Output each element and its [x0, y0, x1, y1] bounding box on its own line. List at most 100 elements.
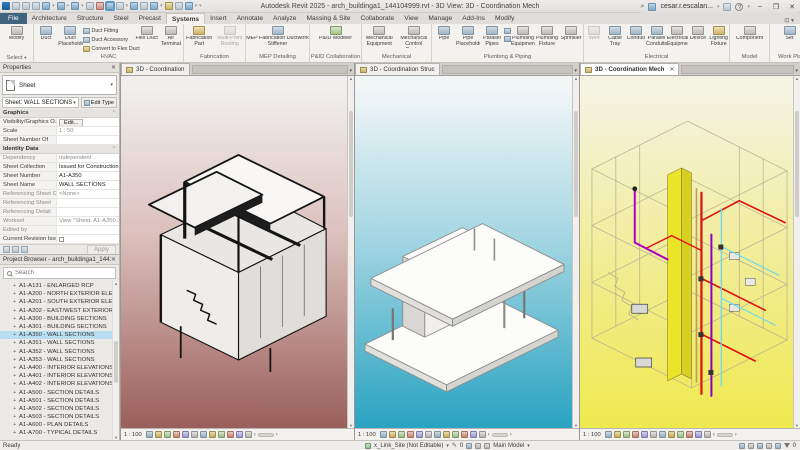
- tab-view[interactable]: View: [399, 13, 423, 24]
- sun-path-icon[interactable]: [622, 431, 630, 438]
- temporary-view-properties-icon[interactable]: [469, 431, 477, 438]
- tab-architecture[interactable]: Architecture: [27, 13, 72, 24]
- list-item[interactable]: + A1-A131 - ENLARGED RCP: [0, 282, 119, 290]
- vertical-scrollbar[interactable]: ▲ ▼: [793, 76, 800, 428]
- properties-close-icon[interactable]: ✕: [111, 64, 116, 71]
- open-icon[interactable]: [22, 2, 30, 10]
- plumbing-equipment-button[interactable]: Plumbing Equipment: [511, 25, 535, 53]
- constraints-icon[interactable]: [703, 431, 711, 438]
- list-item[interactable]: +A1-A200 - NORTH EXTERIOR ELEVATION: [0, 290, 119, 298]
- visual-style-icon[interactable]: [154, 431, 162, 438]
- lock-3d-view-icon[interactable]: [208, 431, 216, 438]
- search-input[interactable]: [15, 270, 95, 276]
- tab-manage[interactable]: Manage: [423, 13, 457, 24]
- pipe-fitting-icon[interactable]: [504, 28, 511, 34]
- view-tab-coordination-struc[interactable]: 3D - Coordination Struc: [355, 63, 440, 75]
- property-row[interactable]: Referencing Sheet: [0, 199, 119, 208]
- horizontal-scrollbar[interactable]: [257, 432, 274, 437]
- tab-insert[interactable]: Insert: [205, 13, 232, 24]
- browser-scrollbar[interactable]: ▲ ▼: [112, 281, 119, 440]
- duct-accessory-button[interactable]: Duct Accessory: [82, 36, 135, 44]
- sort-grouping-icon[interactable]: [21, 246, 28, 253]
- sync-with-central-icon[interactable]: [42, 2, 50, 10]
- parallel-pipes-button[interactable]: Parallel Pipes: [480, 25, 504, 53]
- list-item[interactable]: +A1-A202 - EAST/WEST EXTERIOR ELEVAT: [0, 307, 119, 315]
- link-dropdown-icon[interactable]: ▾: [446, 443, 449, 449]
- identity-section-header[interactable]: Identity Data ⌃: [0, 145, 119, 154]
- crop-view-icon[interactable]: [190, 431, 198, 438]
- select-by-face-icon[interactable]: [765, 442, 772, 449]
- worksets-icon[interactable]: [466, 442, 473, 449]
- text-icon[interactable]: [140, 2, 149, 10]
- list-item[interactable]: + A1-A502 - SECTION DETAILS: [0, 405, 119, 413]
- shadows-icon[interactable]: [631, 431, 639, 438]
- list-item[interactable]: + A1-A600 - PLAN DETAILS: [0, 421, 119, 429]
- detail-level-icon[interactable]: [145, 431, 153, 438]
- conduit-button[interactable]: Conduit: [625, 25, 646, 53]
- restore-button[interactable]: ❐: [770, 3, 782, 11]
- property-row[interactable]: Current Revision Issu...: [0, 235, 119, 244]
- electrical-equipment-button[interactable]: Electrical Equipment: [667, 25, 688, 53]
- instance-selector[interactable]: Sheet: WALL SECTIONS ▾: [2, 97, 79, 108]
- tab-annotate[interactable]: Annotate: [232, 13, 268, 24]
- plumbing-fixture-button[interactable]: Plumbing Fixture: [535, 25, 559, 53]
- redo-icon[interactable]: [71, 2, 80, 10]
- list-item[interactable]: + A1-A301 - BUILDING SECTIONS: [0, 323, 119, 331]
- fabrication-part-button[interactable]: Fabrication Part: [184, 25, 215, 53]
- list-item[interactable]: + A1-A402 - INTERIOR ELEVATIONS: [0, 380, 119, 388]
- tab-add-ins[interactable]: Add-Ins: [457, 13, 490, 24]
- show-crop-region-icon[interactable]: [658, 431, 666, 438]
- view-tab-coordination-mech[interactable]: 3D - Coordination Mech ✕: [580, 63, 680, 75]
- switch-windows-icon[interactable]: [184, 2, 193, 10]
- list-item[interactable]: + A1-A400 - INTERIOR ELEVATIONS: [0, 364, 119, 372]
- list-item[interactable]: +A1-A201 - SOUTH EXTERIOR ELEVATION: [0, 298, 119, 306]
- home-icon[interactable]: [12, 2, 20, 10]
- sun-path-icon[interactable]: [397, 431, 405, 438]
- scroll-right-icon[interactable]: ›: [276, 432, 278, 438]
- visual-style-icon[interactable]: [388, 431, 396, 438]
- drag-on-selection-icon[interactable]: [774, 442, 781, 449]
- horizontal-scrollbar[interactable]: [491, 432, 508, 437]
- scale-button[interactable]: 1 : 100: [583, 432, 601, 438]
- shadows-icon[interactable]: [406, 431, 414, 438]
- cable-tray-button[interactable]: Cable Tray: [605, 25, 626, 53]
- editable-pencil-icon[interactable]: ✎: [452, 442, 457, 449]
- mechanical-panel-label[interactable]: Mechanical: [362, 53, 431, 62]
- plumbing-piping-panel-label[interactable]: Plumbing & Piping: [432, 53, 583, 62]
- search-icon[interactable]: ⌕: [641, 3, 645, 11]
- edit-type-button[interactable]: Edit Type: [80, 97, 117, 108]
- mep-fabrication-ductwork-stiffener-button[interactable]: MEP Fabrication Ductwork Stiffener: [246, 25, 309, 53]
- rendering-dialog-icon[interactable]: [640, 431, 648, 438]
- tab-analyze[interactable]: Analyze: [268, 13, 301, 24]
- temporary-hide-isolate-icon[interactable]: [451, 431, 459, 438]
- minimize-button[interactable]: –: [754, 3, 766, 10]
- pipe-accessory-icon[interactable]: [504, 36, 511, 42]
- project-browser-close-icon[interactable]: ✕: [111, 256, 116, 263]
- shadows-icon[interactable]: [172, 431, 180, 438]
- tab-modify[interactable]: Modify: [490, 13, 519, 24]
- component-button[interactable]: Component: [730, 25, 769, 53]
- list-item[interactable]: + A1-A500 - SECTION DETAILS: [0, 388, 119, 396]
- mechanical-equipment-button[interactable]: Mechanical Equipment: [362, 25, 397, 53]
- convert-to-flex-duct-button[interactable]: Convert to Flex Duct: [82, 45, 140, 53]
- hvac-panel-label[interactable]: HVAC: [34, 53, 183, 62]
- temporary-view-properties-icon[interactable]: [694, 431, 702, 438]
- pid-collaboration-panel-label[interactable]: P&ID Collaboration: [310, 53, 361, 62]
- tab-precast[interactable]: Precast: [134, 13, 166, 24]
- select-links-icon[interactable]: [738, 442, 745, 449]
- air-terminal-button[interactable]: Air Terminal: [159, 25, 183, 53]
- list-item[interactable]: + A1-A401 - INTERIOR ELEVATIONS: [0, 372, 119, 380]
- tag-by-category-icon[interactable]: [130, 2, 139, 10]
- property-row[interactable]: Sheet Number A1-A350: [0, 172, 119, 181]
- aligned-dimension-icon[interactable]: [115, 2, 124, 10]
- thin-lines-icon[interactable]: [174, 2, 183, 10]
- tab-file[interactable]: File: [0, 13, 27, 24]
- set-work-plane-button[interactable]: Set: [770, 25, 800, 53]
- checkbox[interactable]: [59, 236, 64, 242]
- tab-collaborate[interactable]: Collaborate: [355, 13, 399, 24]
- rendering-dialog-icon[interactable]: [181, 431, 189, 438]
- property-row[interactable]: Referencing Sheet C... <None>: [0, 190, 119, 199]
- list-item[interactable]: + A1-A300 - BUILDING SECTIONS: [0, 315, 119, 323]
- select-panel-label[interactable]: Select ▾: [0, 53, 33, 62]
- property-row[interactable]: Sheet Number Of: [0, 136, 119, 145]
